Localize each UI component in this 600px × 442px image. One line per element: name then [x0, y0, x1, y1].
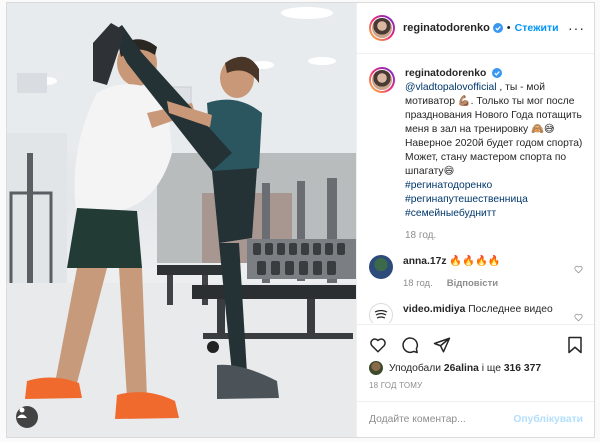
caption-text-2: Наверное 2020й будет годом спорта) Может…	[405, 138, 583, 177]
comment-username[interactable]: video.midiya	[403, 304, 465, 315]
caption-avatar[interactable]	[369, 67, 395, 93]
add-comment-bar: Опублікувати	[357, 401, 594, 437]
hashtag[interactable]: #регинапутешественница	[405, 194, 528, 205]
share-icon	[433, 337, 451, 352]
follow-button[interactable]: Стежити	[515, 22, 559, 34]
post-side-panel: reginatodorenko • Стежити ··· reginatodo…	[356, 3, 594, 437]
more-icon[interactable]: ···	[568, 20, 585, 36]
comment-heart-icon[interactable]	[574, 309, 583, 323]
share-button[interactable]	[433, 336, 451, 354]
heart-icon	[370, 337, 386, 352]
verified-icon	[492, 23, 503, 33]
separator-dot: •	[506, 22, 511, 34]
bookmark-icon	[568, 336, 582, 354]
post-card: reginatodorenko • Стежити ··· reginatodo…	[6, 2, 595, 438]
likes-count[interactable]: 316 377	[504, 363, 541, 374]
comment-item: anna.17z 🔥🔥🔥🔥 18 год. Відповісти	[357, 255, 594, 291]
comment-text: 🔥🔥🔥🔥	[449, 256, 501, 267]
caption: reginatodorenko @vladtopalovofficial , т…	[357, 55, 594, 243]
verified-icon	[492, 68, 503, 78]
avatar[interactable]	[369, 15, 395, 41]
user-tag-button[interactable]	[16, 406, 38, 428]
comment-time: 18 год.	[403, 278, 433, 289]
comment-heart-icon[interactable]	[574, 261, 583, 279]
comments-list[interactable]: reginatodorenko @vladtopalovofficial , т…	[357, 55, 594, 323]
comment-avatar[interactable]	[369, 255, 393, 279]
reply-button[interactable]: Відповісти	[447, 277, 498, 291]
caption-time[interactable]: 18 год.	[405, 229, 585, 243]
caption-username[interactable]: reginatodorenko	[405, 68, 486, 79]
liker-avatar[interactable]	[369, 361, 383, 375]
header-username[interactable]: reginatodorenko	[403, 22, 490, 34]
likes-summary: Уподобали 26alina і ще 316 377	[369, 361, 541, 375]
comment-icon	[402, 336, 419, 353]
likes-prefix: Уподобали	[389, 362, 442, 374]
like-button[interactable]	[369, 336, 387, 354]
post-header: reginatodorenko • Стежити ···	[357, 3, 594, 54]
save-button[interactable]	[567, 336, 583, 354]
hashtag[interactable]: #регинатодоренко	[405, 180, 492, 191]
caption-mention[interactable]: @vladtopalovofficial	[405, 82, 497, 93]
gym-scene	[7, 3, 356, 437]
comment-item: video.midiya Последнее видео	[357, 303, 594, 323]
liker-username[interactable]: 26alina	[444, 363, 479, 374]
action-bar	[357, 324, 594, 364]
user-tag-icon	[17, 407, 27, 418]
comment-text: Последнее видео	[468, 304, 553, 315]
comment-username[interactable]: anna.17z	[403, 256, 447, 267]
hashtag[interactable]: #семейныебуднитт	[405, 208, 496, 219]
comment-input[interactable]	[369, 414, 514, 425]
comment-avatar[interactable]	[369, 303, 393, 323]
likes-middle: і ще	[481, 362, 501, 374]
publish-button[interactable]: Опублікувати	[513, 414, 583, 425]
post-photo[interactable]	[7, 3, 356, 437]
comment-button[interactable]	[401, 336, 419, 354]
post-timestamp[interactable]: 18 ГОД ТОМУ	[369, 381, 422, 390]
